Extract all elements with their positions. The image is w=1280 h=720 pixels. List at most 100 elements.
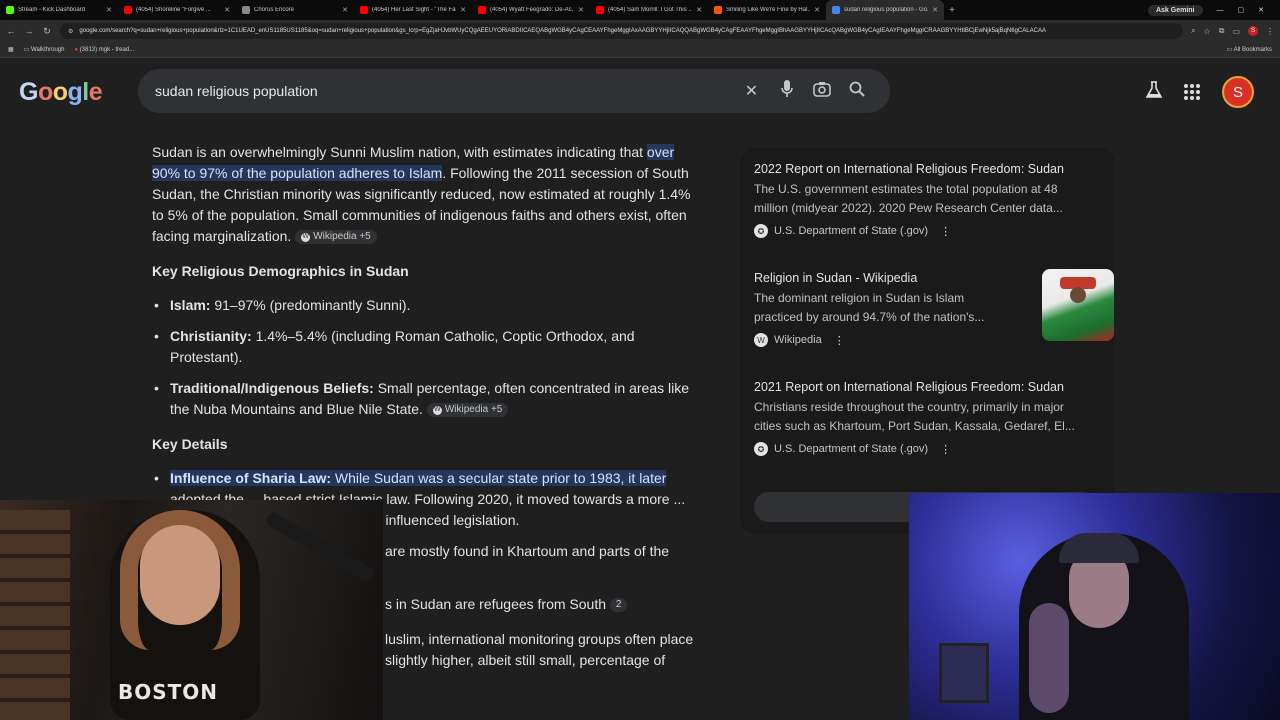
bookshelf: [0, 510, 70, 720]
close-icon[interactable]: ✕: [342, 6, 348, 14]
close-icon[interactable]: ✕: [224, 6, 230, 14]
site-info-icon[interactable]: ⚙: [68, 28, 73, 35]
source-chip[interactable]: W Wikipedia +5: [295, 230, 377, 245]
seal-icon: ✪: [754, 224, 768, 238]
demographics-list: Islam: 91–97% (predominantly Sunni). Chr…: [152, 295, 704, 420]
source-card[interactable]: 2021 Report on International Religious F…: [754, 378, 1094, 456]
bookmark-walkthrough[interactable]: ▭ Walkthrough: [24, 46, 65, 53]
sources-panel: 2022 Report on International Religious F…: [740, 148, 1114, 534]
all-bookmarks[interactable]: ▭ All Bookmarks: [1227, 46, 1272, 53]
more-options-icon[interactable]: ⋮: [834, 334, 845, 347]
list-item: Christianity: 1.4%–5.4% (including Roman…: [152, 326, 704, 368]
clear-icon[interactable]: ✕: [734, 81, 769, 101]
source-site: ✪ U.S. Department of State (.gov) ⋮: [754, 442, 1094, 456]
browser-tab[interactable]: Stream - Kick Dashboard ✕: [0, 0, 118, 20]
new-tab-button[interactable]: +: [944, 5, 960, 16]
maximize-icon[interactable]: ▢: [1238, 6, 1245, 14]
source-title[interactable]: 2021 Report on International Religious F…: [754, 378, 1094, 396]
labs-flask-icon[interactable]: [1145, 80, 1163, 104]
source-card[interactable]: 2022 Report on International Religious F…: [754, 160, 1094, 238]
header-actions: S: [1145, 76, 1254, 108]
browser-tab[interactable]: (4054) Wyatt Feegrado: De-Ac... ✕: [472, 0, 590, 20]
section-heading: Key Details: [152, 436, 228, 452]
google-header: Google sudan religious population ✕ S: [0, 58, 1280, 126]
close-icon[interactable]: ✕: [932, 6, 938, 14]
webcam-right: [909, 493, 1280, 720]
sidebar-icon[interactable]: ▭: [1232, 27, 1240, 36]
page-icon: [242, 6, 250, 14]
source-chip[interactable]: W Wikipedia +5: [426, 403, 509, 418]
profile-icon[interactable]: S: [1248, 26, 1258, 36]
microphone-icon[interactable]: [769, 79, 804, 103]
close-icon[interactable]: ✕: [696, 6, 702, 14]
source-snippet: The U.S. government estimates the total …: [754, 182, 1063, 215]
url-text: google.com/search?q=sudan+religious+popu…: [79, 28, 1046, 34]
browser-tab[interactable]: Chorus Encore ✕: [236, 0, 354, 20]
browser-tab[interactable]: (4054) Shoreline "Forgive ... ✕: [118, 0, 236, 20]
wikipedia-icon: W: [301, 232, 311, 242]
youtube-icon: [360, 6, 368, 14]
list-item: Traditional/Indigenous Beliefs: Small pe…: [152, 378, 704, 420]
source-thumbnail[interactable]: [1042, 269, 1114, 341]
browser-tab[interactable]: (4054) Her Last Sight - "The Fal... ✕: [354, 0, 472, 20]
overview-paragraph: Sudan is an overwhelmingly Sunni Muslim …: [152, 144, 691, 245]
tattooed-arm: [1029, 603, 1069, 713]
source-title[interactable]: 2022 Report on International Religious F…: [754, 160, 1094, 178]
bookmarks-bar: ▦ ▭ Walkthrough ● (3813) mgk - tread... …: [0, 42, 1280, 58]
close-icon[interactable]: ✕: [814, 6, 820, 14]
source-chip[interactable]: 2: [609, 598, 628, 613]
address-bar-row: ← → ↻ ⚙ google.com/search?q=sudan+religi…: [0, 20, 1280, 42]
ask-gemini-button[interactable]: Ask Gemini: [1147, 4, 1203, 16]
seal-icon: ✪: [754, 442, 768, 456]
close-window-icon[interactable]: ✕: [1258, 6, 1264, 14]
google-logo[interactable]: Google: [19, 78, 103, 107]
browser-tab-active[interactable]: sudan religious population - Go... ✕: [826, 0, 944, 20]
zoom-icon[interactable]: ⌕: [1191, 26, 1195, 36]
shirt-print: BOSTON: [118, 680, 219, 704]
webcam-left: BOSTON: [0, 500, 383, 720]
more-options-icon[interactable]: ⋮: [940, 443, 951, 456]
wikipedia-icon: W: [754, 333, 768, 347]
streamer-cap: [1059, 533, 1139, 563]
menu-icon[interactable]: ⋮: [1266, 27, 1274, 36]
youtube-icon: [478, 6, 486, 14]
wikipedia-icon: W: [432, 405, 442, 415]
star-icon[interactable]: ☆: [1204, 27, 1211, 36]
search-icon[interactable]: [839, 81, 874, 102]
browser-tab[interactable]: Smiling Like We're Fine by Hal... ✕: [708, 0, 826, 20]
streamer-face: [140, 525, 220, 625]
youtube-icon: [124, 6, 132, 14]
browser-tab[interactable]: (4054) Sam Morrill: I Got This ... ✕: [590, 0, 708, 20]
source-snippet: Christians reside throughout the country…: [754, 400, 1075, 433]
source-snippet: The dominant religion in Sudan is Islam …: [754, 291, 985, 324]
minimize-icon[interactable]: —: [1217, 7, 1224, 14]
youtube-icon: [596, 6, 604, 14]
more-options-icon[interactable]: ⋮: [940, 225, 951, 238]
section-heading: Key Religious Demographics in Sudan: [152, 263, 409, 279]
lens-camera-icon[interactable]: [804, 81, 839, 102]
url-field[interactable]: ⚙ google.com/search?q=sudan+religious+po…: [60, 23, 1184, 39]
soundcloud-icon: [714, 6, 722, 14]
close-icon[interactable]: ✕: [106, 6, 112, 14]
back-icon[interactable]: ←: [6, 26, 16, 36]
search-input[interactable]: sudan religious population: [155, 83, 734, 99]
google-icon: [832, 6, 840, 14]
source-site: ✪ U.S. Department of State (.gov) ⋮: [754, 224, 1094, 238]
google-apps-icon[interactable]: [1184, 84, 1200, 100]
window-controls: Ask Gemini — ▢ ✕: [1147, 4, 1280, 16]
close-icon[interactable]: ✕: [578, 6, 584, 14]
microphone-arm: [264, 510, 376, 584]
reload-icon[interactable]: ↻: [42, 26, 52, 37]
kick-icon: [6, 6, 14, 14]
apps-icon[interactable]: ▦: [8, 46, 14, 53]
bookmark-mgk[interactable]: ● (3813) mgk - tread...: [74, 47, 134, 53]
search-box[interactable]: sudan religious population ✕: [138, 69, 890, 113]
extensions-icon[interactable]: ⧉: [1219, 26, 1225, 36]
list-item: Islam: 91–97% (predominantly Sunni).: [152, 295, 704, 316]
forward-icon[interactable]: →: [24, 26, 34, 36]
source-card[interactable]: Religion in Sudan - Wikipedia The domina…: [754, 269, 1114, 347]
wall-frame: [939, 643, 989, 703]
close-icon[interactable]: ✕: [460, 6, 466, 14]
browser-tab-bar: Stream - Kick Dashboard ✕ (4054) Shorelin…: [0, 0, 1280, 20]
account-avatar[interactable]: S: [1222, 76, 1254, 108]
